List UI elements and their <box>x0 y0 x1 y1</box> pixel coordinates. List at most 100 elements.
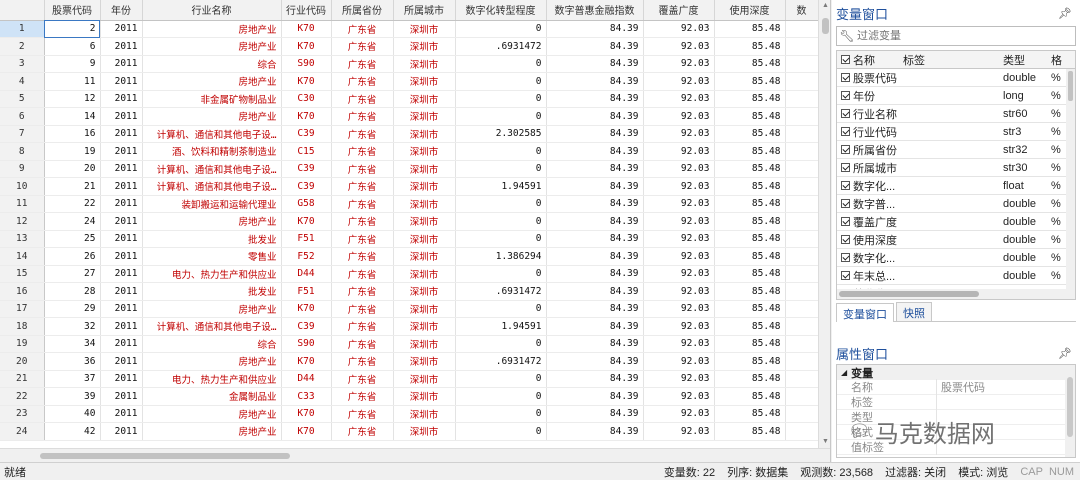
table-row[interactable]: 4 11 2011 房地产业 K70 广东省 深圳市 0 84.39 92.03 85.48 <box>0 72 819 91</box>
scroll-up-icon[interactable]: ▲ <box>819 0 830 12</box>
grid-cell[interactable]: 0 <box>455 335 547 353</box>
table-row[interactable]: 9 20 2011 计算机、通信和其他电子设… C39 广东省 深圳市 0 84.39 92.03… <box>0 160 819 178</box>
grid-cell[interactable]: 0 <box>455 405 547 423</box>
grid-cell[interactable]: F51 <box>281 282 332 301</box>
grid-cell[interactable]: 广东省 <box>331 37 394 56</box>
grid-cell[interactable]: 92.03 <box>643 247 715 266</box>
grid-cell[interactable] <box>785 230 819 248</box>
grid-cell[interactable]: 92.03 <box>643 422 715 441</box>
grid-cell[interactable]: 34 <box>44 335 101 353</box>
grid-cell[interactable]: 2011 <box>100 55 143 73</box>
row-number[interactable]: 16 <box>0 282 45 301</box>
variable-checkbox[interactable] <box>841 271 850 280</box>
grid-cell[interactable] <box>785 20 819 38</box>
pin-icon[interactable]: 📌︎ <box>1058 7 1072 20</box>
grid-cell[interactable]: 85.48 <box>714 90 786 108</box>
grid-cell[interactable]: 广东省 <box>331 265 394 283</box>
grid-cell[interactable]: 深圳市 <box>393 422 456 441</box>
grid-cell[interactable]: 2011 <box>100 160 143 178</box>
grid-cell[interactable]: 0 <box>455 160 547 178</box>
grid-cell[interactable]: 84.39 <box>546 335 644 353</box>
grid-cell[interactable] <box>785 177 819 196</box>
grid-cell[interactable]: 84.39 <box>546 405 644 423</box>
grid-cell[interactable]: 深圳市 <box>393 300 456 318</box>
table-row[interactable]: 6 14 2011 房地产业 K70 广东省 深圳市 0 84.39 92.03 85.48 <box>0 107 819 126</box>
grid-cell[interactable]: 深圳市 <box>393 335 456 353</box>
grid-cell[interactable]: 92.03 <box>643 37 715 56</box>
grid-cell[interactable]: 92.03 <box>643 387 715 406</box>
grid-cell[interactable]: 9 <box>44 55 101 73</box>
grid-cell[interactable]: 2011 <box>100 125 143 143</box>
grid-cell[interactable]: 深圳市 <box>393 90 456 108</box>
grid-cell[interactable]: .6931472 <box>455 352 547 371</box>
property-row[interactable]: 标签 <box>837 394 1075 410</box>
grid-cell[interactable]: 零售业 <box>142 247 282 266</box>
grid-cell[interactable]: 深圳市 <box>393 160 456 178</box>
grid-cell[interactable]: 84.39 <box>546 107 644 126</box>
grid-cell[interactable]: 2011 <box>100 265 143 283</box>
grid-cell[interactable]: K70 <box>281 405 332 423</box>
grid-cell[interactable]: 92.03 <box>643 90 715 108</box>
grid-cell[interactable]: 29 <box>44 300 101 318</box>
grid-cell[interactable] <box>785 282 819 301</box>
grid-cell[interactable]: 0 <box>455 230 547 248</box>
grid-cell[interactable]: 广东省 <box>331 72 394 91</box>
grid-cell[interactable]: 16 <box>44 125 101 143</box>
grid-cell[interactable]: 2011 <box>100 282 143 301</box>
grid-cell[interactable]: 84.39 <box>546 370 644 388</box>
table-row[interactable]: 17 29 2011 房地产业 K70 广东省 深圳市 0 84.39 92.03 85.48 <box>0 300 819 318</box>
grid-cell[interactable]: 6 <box>44 37 101 56</box>
grid-cell[interactable]: 广东省 <box>331 405 394 423</box>
variable-row[interactable]: 数字化... float% <box>837 177 1075 195</box>
variable-checkbox[interactable] <box>841 145 850 154</box>
grid-cell[interactable]: 25 <box>44 230 101 248</box>
grid-cell[interactable]: 85.48 <box>714 107 786 126</box>
grid-cell[interactable]: 92.03 <box>643 107 715 126</box>
filter-variables-box[interactable]: 🔧︎ <box>836 26 1076 46</box>
column-header[interactable]: 所属城市 <box>393 0 456 21</box>
grid-cell[interactable]: 计算机、通信和其他电子设… <box>142 177 282 196</box>
grid-cell[interactable]: 广东省 <box>331 300 394 318</box>
grid-cell[interactable] <box>785 387 819 406</box>
row-number[interactable]: 3 <box>0 55 45 73</box>
grid-cell[interactable]: 92.03 <box>643 370 715 388</box>
row-number[interactable]: 18 <box>0 317 45 336</box>
variables-vertical-scrollbar[interactable] <box>1066 69 1075 291</box>
table-row[interactable]: 24 42 2011 房地产业 K70 广东省 深圳市 0 84.39 92.03 85.48 <box>0 422 819 441</box>
grid-cell[interactable]: 0 <box>455 387 547 406</box>
table-row[interactable]: 7 16 2011 计算机、通信和其他电子设… C39 广东省 深圳市 2.302585 84.… <box>0 125 819 143</box>
variable-row[interactable]: 年份 long% <box>837 87 1075 105</box>
grid-cell[interactable]: 32 <box>44 317 101 336</box>
row-number[interactable]: 2 <box>0 37 45 56</box>
variables-vscroll-thumb[interactable] <box>1068 71 1073 101</box>
grid-cell[interactable]: F51 <box>281 230 332 248</box>
grid-cell[interactable]: 85.48 <box>714 142 786 161</box>
variable-row[interactable]: 覆盖广度 double% <box>837 213 1075 231</box>
grid-cell[interactable] <box>785 422 819 441</box>
variable-checkbox[interactable] <box>841 127 850 136</box>
grid-cell[interactable]: S90 <box>281 335 332 353</box>
row-number[interactable]: 7 <box>0 125 45 143</box>
grid-cell[interactable]: 广东省 <box>331 352 394 371</box>
grid-cell[interactable] <box>785 265 819 283</box>
table-row[interactable]: 2 6 2011 房地产业 K70 广东省 深圳市 .6931472 84.39 92.03 85.… <box>0 37 819 56</box>
row-number[interactable]: 9 <box>0 160 45 178</box>
grid-cell[interactable] <box>785 55 819 73</box>
grid-cell[interactable]: 2011 <box>100 72 143 91</box>
grid-cell[interactable]: C39 <box>281 125 332 143</box>
properties-vertical-scrollbar[interactable] <box>1065 365 1075 457</box>
grid-cell[interactable]: .6931472 <box>455 282 547 301</box>
table-row[interactable]: 1 2 2011 房地产业 K70 广东省 深圳市 0 84.39 92.03 85.48 <box>0 20 819 38</box>
grid-cell[interactable]: 92.03 <box>643 160 715 178</box>
grid-cell[interactable]: K70 <box>281 352 332 371</box>
grid-cell[interactable]: 电力、热力生产和供应业 <box>142 265 282 283</box>
grid-cell[interactable]: 36 <box>44 352 101 371</box>
grid-cell[interactable]: 广东省 <box>331 90 394 108</box>
column-header[interactable]: 数字化转型程度 <box>455 0 547 21</box>
grid-cell[interactable]: C39 <box>281 177 332 196</box>
properties-group-variable[interactable]: ◢ 变量 <box>837 365 1075 380</box>
grid-cell[interactable]: 84.39 <box>546 265 644 283</box>
pin-icon[interactable]: 📌︎ <box>1058 347 1072 360</box>
grid-cell[interactable]: C33 <box>281 387 332 406</box>
row-number[interactable]: 17 <box>0 300 45 318</box>
